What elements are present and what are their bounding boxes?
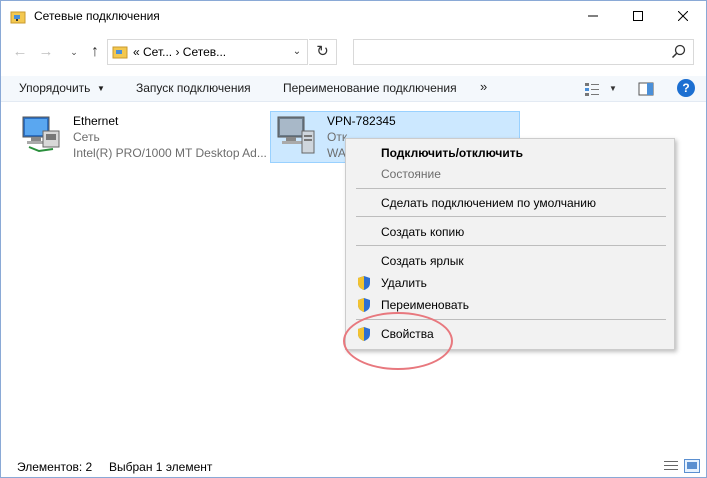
- search-icon: [671, 44, 686, 59]
- organize-button[interactable]: Упорядочить: [19, 81, 90, 95]
- preview-pane-icon[interactable]: [638, 81, 654, 97]
- start-connection-button[interactable]: Запуск подключения: [136, 81, 251, 95]
- explorer-window: Сетевые подключения ← → ⌄ ↑ « Сет... › С…: [0, 0, 707, 478]
- forward-button[interactable]: →: [36, 42, 56, 62]
- change-view-icon[interactable]: [584, 81, 600, 97]
- menu-item-delete[interactable]: Удалить: [346, 272, 674, 294]
- menu-item-create-copy[interactable]: Создать копию: [346, 221, 674, 243]
- connection-device: WA: [327, 146, 346, 160]
- up-button[interactable]: ↑: [85, 42, 105, 62]
- refresh-button[interactable]: ↻: [309, 39, 337, 65]
- highlight-ring: [343, 312, 453, 370]
- menu-item-label: Переименовать: [381, 298, 469, 312]
- maximize-icon: [632, 11, 643, 21]
- details-view-icon[interactable]: [664, 460, 678, 472]
- menu-item-connect[interactable]: Подключить/отключить: [346, 142, 674, 164]
- menu-separator: [356, 188, 666, 189]
- title-bar: Сетевые подключения: [1, 1, 706, 32]
- refresh-icon: ↻: [316, 43, 329, 60]
- minimize-button[interactable]: [570, 1, 615, 31]
- connection-item-ethernet[interactable]: Ethernet Сеть Intel(R) PRO/1000 MT Deskt…: [15, 111, 267, 163]
- close-button[interactable]: [660, 1, 705, 31]
- menu-item-label: Создать ярлык: [381, 254, 464, 268]
- address-bar[interactable]: « Сет... › Сетев... ⌄: [107, 39, 308, 65]
- item-count: Элементов: 2: [17, 460, 93, 474]
- rename-connection-button[interactable]: Переименование подключения: [283, 81, 457, 95]
- address-dropdown-button[interactable]: ⌄: [289, 44, 305, 60]
- menu-item-status: Состояние: [346, 163, 674, 185]
- minimize-icon: [587, 15, 598, 17]
- view-dropdown-icon[interactable]: ▼: [609, 84, 617, 93]
- menu-item-create-shortcut[interactable]: Создать ярлык: [346, 250, 674, 272]
- selection-count: Выбран 1 элемент: [109, 460, 213, 474]
- menu-item-set-default[interactable]: Сделать подключением по умолчанию: [346, 192, 674, 214]
- maximize-button[interactable]: [615, 1, 660, 31]
- menu-item-label: Создать копию: [381, 225, 465, 239]
- search-input[interactable]: [353, 39, 694, 65]
- up-arrow-icon: ↑: [91, 43, 99, 60]
- status-bar: Элементов: 2 Выбран 1 элемент: [1, 456, 706, 478]
- command-bar: Упорядочить ▼ Запуск подключения Переиме…: [1, 76, 706, 102]
- back-arrow-icon: ←: [12, 43, 28, 60]
- uac-shield-icon: [358, 298, 370, 312]
- forward-arrow-icon: →: [38, 43, 54, 60]
- vpn-adapter-icon: [277, 116, 315, 154]
- network-folder-icon: [10, 11, 26, 24]
- menu-item-label: Сделать подключением по умолчанию: [381, 196, 597, 210]
- back-button[interactable]: ←: [10, 42, 30, 62]
- network-folder-icon: [112, 46, 128, 59]
- connection-device: Intel(R) PRO/1000 MT Desktop Ad...: [73, 146, 267, 160]
- close-icon: [677, 11, 688, 21]
- organize-dropdown-icon: ▼: [97, 84, 105, 93]
- menu-item-label: Состояние: [381, 167, 441, 181]
- menu-item-label: Подключить/отключить: [381, 146, 523, 160]
- breadcrumb[interactable]: « Сет... › Сетев...: [133, 45, 226, 59]
- help-button[interactable]: ?: [677, 79, 695, 97]
- more-commands-button[interactable]: »: [480, 79, 487, 94]
- connection-network: Сеть: [73, 130, 100, 144]
- recent-locations-button[interactable]: ⌄: [64, 42, 84, 62]
- chevron-down-icon: ⌄: [70, 47, 78, 57]
- menu-separator: [356, 216, 666, 217]
- window-title: Сетевые подключения: [34, 9, 160, 23]
- connection-name: VPN-782345: [327, 114, 396, 128]
- large-icons-view-icon[interactable]: [684, 459, 700, 473]
- uac-shield-icon: [358, 276, 370, 290]
- network-adapter-icon: [22, 116, 60, 153]
- connection-name: Ethernet: [73, 114, 119, 128]
- menu-item-label: Удалить: [381, 276, 427, 290]
- navigation-bar: ← → ⌄ ↑ « Сет... › Сетев... ⌄ ↻: [1, 32, 706, 72]
- chevron-down-icon: ⌄: [292, 46, 302, 57]
- menu-separator: [356, 245, 666, 246]
